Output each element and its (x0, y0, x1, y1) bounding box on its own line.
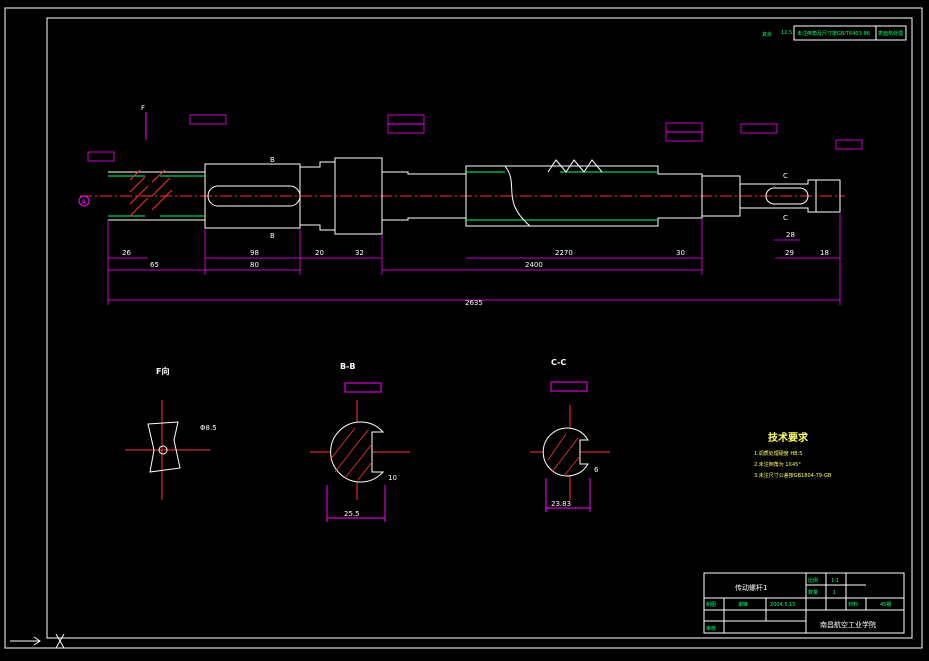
stamp-text: 未注倒角及尺寸按GB/T6403-86 (797, 30, 870, 37)
section-mark-c-bottom: C (783, 214, 788, 222)
date: 2004.5.15 (770, 602, 795, 608)
section-b-b: B-B 25.5 10 (310, 362, 410, 522)
label-draw: 制图 (706, 601, 716, 608)
dim-80: 80 (250, 261, 259, 269)
dim-32: 32 (355, 249, 364, 257)
tolerance-frames (87, 114, 863, 162)
stamp-text2: 表面热处理 (878, 30, 903, 37)
technical-requirements: 技术要求 1.调质处理硬度 HB:5 2.未注倒角为 1X45° 3.未注尺寸公… (754, 431, 832, 479)
dim-29: 29 (785, 249, 794, 257)
dim-20: 20 (315, 249, 324, 257)
count: 1 (833, 590, 836, 596)
dim-98: 98 (250, 249, 259, 257)
section-c-c-depth: 6 (594, 466, 599, 474)
dim-2635: 2635 (465, 299, 483, 307)
label-scale: 比例 (808, 577, 818, 584)
left-break-hatch (129, 169, 173, 217)
cad-drawing-canvas[interactable]: 其余 12.5 未注倒角及尺寸按GB/T6403-86 表面热处理 26 98 … (0, 0, 929, 657)
label-material: 材料 (848, 601, 858, 608)
tech-req-item-2: 2.未注倒角为 1X45° (754, 461, 801, 468)
datum-a: A (81, 198, 86, 206)
section-mark-b-top: B (270, 156, 275, 164)
cad-drawing: 其余 12.5 未注倒角及尺寸按GB/T6403-86 表面热处理 26 98 … (4, 7, 923, 649)
ucs-icon (10, 633, 65, 649)
f-view: F向 Φ8.5 (125, 366, 217, 500)
f-view-dim: Φ8.5 (200, 424, 217, 432)
label-check: 审核 (706, 625, 716, 632)
section-b-b-depth: 10 (388, 474, 397, 482)
inner-border (46, 17, 913, 639)
dim-28: 28 (786, 231, 795, 239)
view-f-label: F (141, 104, 145, 112)
section-mark-c-top: C (783, 172, 788, 180)
section-b-b-title: B-B (340, 362, 356, 371)
tech-req-title: 技术要求 (768, 431, 809, 444)
school: 南昌航空工业学院 (820, 620, 876, 629)
tech-req-item-1: 1.调质处理硬度 HB:5 (754, 450, 802, 457)
dim-2400: 2400 (525, 261, 543, 269)
section-c-c-title: C-C (551, 358, 566, 367)
scale: 1:1 (831, 578, 839, 584)
material: 45钢 (880, 601, 891, 608)
dim-30: 30 (676, 249, 685, 257)
dim-2270: 2270 (555, 249, 573, 257)
dim-18: 18 (820, 249, 829, 257)
section-c-c: C-C 23.83 6 (530, 358, 610, 512)
part-name: 传动螺杆1 (735, 583, 767, 592)
section-c-c-width: 23.83 (551, 500, 571, 508)
label-count: 数量 (808, 589, 818, 596)
section-b-b-width: 25.5 (344, 510, 360, 518)
corner-roughness: 12.5 (781, 30, 792, 36)
dim-26: 26 (122, 249, 131, 257)
section-mark-b-bottom: B (270, 232, 275, 240)
f-view-title: F向 (156, 366, 169, 376)
corner-note: 其余 (762, 31, 772, 38)
top-right-stamp: 其余 12.5 未注倒角及尺寸按GB/T6403-86 表面热处理 (762, 25, 907, 41)
tech-req-item-3: 3.未注尺寸公差按GB1804-79-GB (754, 472, 832, 479)
dim-65: 65 (150, 261, 159, 269)
drawer: 谢锋 (738, 601, 748, 608)
